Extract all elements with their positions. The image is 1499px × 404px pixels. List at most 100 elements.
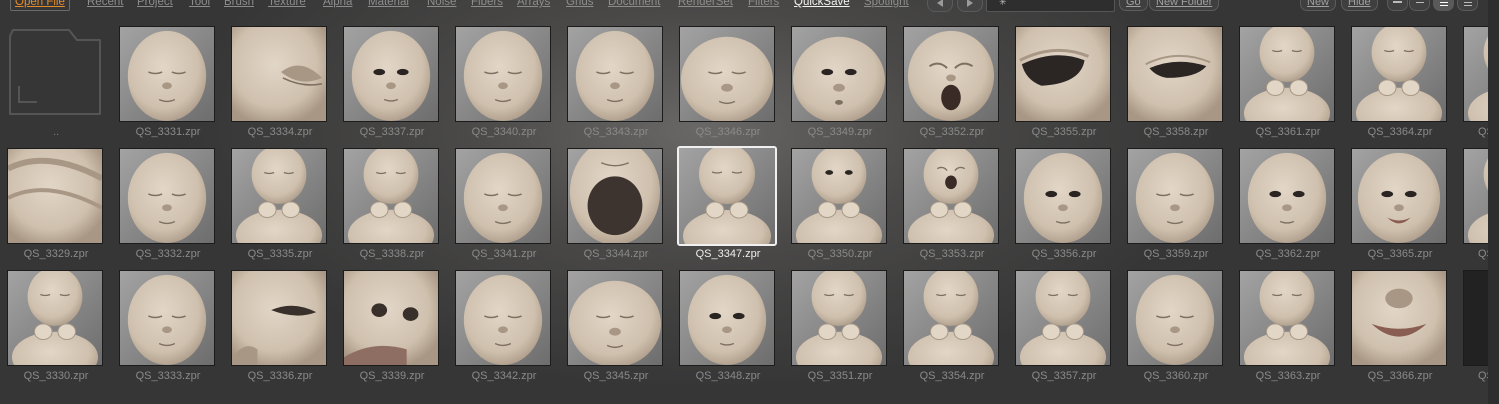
file-thumbnail [1015,148,1111,244]
file-item[interactable]: QS_3365.zpr [1344,148,1456,269]
file-item[interactable]: QS_3350.zpr [784,148,896,269]
tab-tool[interactable]: Tool [189,0,210,10]
forward-button[interactable] [957,0,983,12]
tab-alpha[interactable]: Alpha [323,0,352,10]
back-button[interactable] [927,0,953,12]
view-large-list-button[interactable] [1457,0,1478,11]
file-name: QS_3349.zpr [807,126,873,138]
thumbnail-image [1240,149,1334,243]
thumbnail-image [1352,271,1446,365]
tab-document[interactable]: Document [608,0,660,10]
file-item[interactable]: QS_3329.zpr [0,148,112,269]
tab-noise[interactable]: Noise [427,0,456,10]
tab-open-file[interactable]: Open File [10,0,70,11]
file-item[interactable]: QS_3360.zpr [1120,270,1232,391]
file-item[interactable]: QS_3347.zpr [672,146,784,269]
file-name: QS_3354.zpr [919,370,985,382]
thumbnail-image [456,271,550,365]
file-item[interactable]: QS_3336.zpr [224,270,336,391]
file-item[interactable]: QS_3363.zpr [1232,270,1344,391]
file-item[interactable]: QS_3333.zpr [112,270,224,391]
parent-folder[interactable]: .. [0,26,112,147]
file-item[interactable]: QS_3343.zpr [560,26,672,147]
file-item[interactable]: QS_3342.zpr [448,270,560,391]
go-button[interactable]: Go [1119,0,1148,11]
thumbnail-image [792,271,886,365]
thumbnail-image [1128,149,1222,243]
view-medium-list-button[interactable] [1433,0,1454,11]
file-item[interactable]: QS_3362.zpr [1232,148,1344,269]
file-item[interactable]: QS_3337.zpr [336,26,448,147]
file-item[interactable]: QS_3366.zpr [1344,270,1456,391]
view-collapse-button[interactable] [1387,0,1408,11]
file-name: QS_3333.zpr [135,370,201,382]
file-item[interactable]: QS_3334.zpr [224,26,336,147]
file-item[interactable]: QS_3340.zpr [448,26,560,147]
file-item[interactable]: QS_3353.zpr [896,148,1008,269]
file-name: QS_3361.zpr [1255,126,1321,138]
file-item[interactable]: QS_3358.zpr [1120,26,1232,147]
file-thumbnail [679,270,775,366]
thumbnail-image [232,149,326,243]
file-item[interactable]: QS_3361.zpr [1232,26,1344,147]
file-name: QS_3346.zpr [695,126,761,138]
file-name: QS_3352.zpr [919,126,985,138]
tab-texture[interactable]: Texture [268,0,306,10]
file-item[interactable]: QS_3351.zpr [784,270,896,391]
hide-button[interactable]: Hide [1341,0,1378,11]
file-thumbnail [1351,26,1447,122]
file-item[interactable]: QS_3345.zpr [560,270,672,391]
tab-renderset[interactable]: RenderSet [678,0,733,10]
right-edge-panel [1488,0,1499,404]
file-item[interactable]: QS_3359.zpr [1120,148,1232,269]
file-name: QS_3357.zpr [1031,370,1097,382]
tab-material[interactable]: Material [368,0,409,10]
tab-spotlight[interactable]: Spotlight [864,0,909,10]
tab-recent[interactable]: Recent [87,0,123,10]
file-item[interactable]: QS_3348.zpr [672,270,784,391]
file-name: QS_3358.zpr [1143,126,1209,138]
path-input[interactable]: ✳ [986,0,1115,12]
thumbnail-image [1016,271,1110,365]
file-thumbnail [119,270,215,366]
file-item[interactable]: QS_3332.zpr [112,148,224,269]
file-item[interactable]: QS_3349.zpr [784,26,896,147]
file-item[interactable]: QS_3341.zpr [448,148,560,269]
thumbnail-image [792,149,886,243]
file-thumbnail [903,270,999,366]
file-item[interactable]: QS_3357.zpr [1008,270,1120,391]
tab-brush[interactable]: Brush [224,0,254,10]
tab-grids[interactable]: Grids [566,0,593,10]
file-item[interactable]: QS_3346.zpr [672,26,784,147]
tab-quicksave[interactable]: QuickSave [794,0,850,10]
minus-icon [1393,1,1402,3]
new-button[interactable]: New [1300,0,1337,11]
file-item[interactable]: QS_3364.zpr [1344,26,1456,147]
file-item[interactable]: QS_3352.zpr [896,26,1008,147]
tab-project[interactable]: Project [137,0,173,10]
file-thumbnail [1127,270,1223,366]
thumbnail-image [1016,27,1110,121]
file-item[interactable]: QS_3339.zpr [336,270,448,391]
file-item[interactable]: QS_3338.zpr [336,148,448,269]
file-item[interactable]: QS_3354.zpr [896,270,1008,391]
file-item[interactable]: QS_3331.zpr [112,26,224,147]
file-item[interactable]: QS_3344.zpr [560,148,672,269]
tab-filters[interactable]: Filters [748,0,779,10]
view-small-list-button[interactable] [1409,0,1430,11]
tab-arrays[interactable]: Arrays [517,0,550,10]
file-thumbnail [1239,148,1335,244]
thumbnail-image [456,149,550,243]
file-item[interactable]: QS_3330.zpr [0,270,112,391]
file-thumbnail [455,270,551,366]
file-name: QS_3329.zpr [23,248,89,260]
file-thumbnail [231,26,327,122]
file-item[interactable]: QS_3356.zpr [1008,148,1120,269]
tab-fibers[interactable]: Fibers [471,0,503,10]
file-item[interactable]: QS_3335.zpr [224,148,336,269]
list-icon [1416,0,1424,5]
file-name: QS_3343.zpr [583,126,649,138]
file-name: QS_3342.zpr [471,370,537,382]
file-item[interactable]: QS_3355.zpr [1008,26,1120,147]
new-folder-button[interactable]: New Folder [1149,0,1220,11]
